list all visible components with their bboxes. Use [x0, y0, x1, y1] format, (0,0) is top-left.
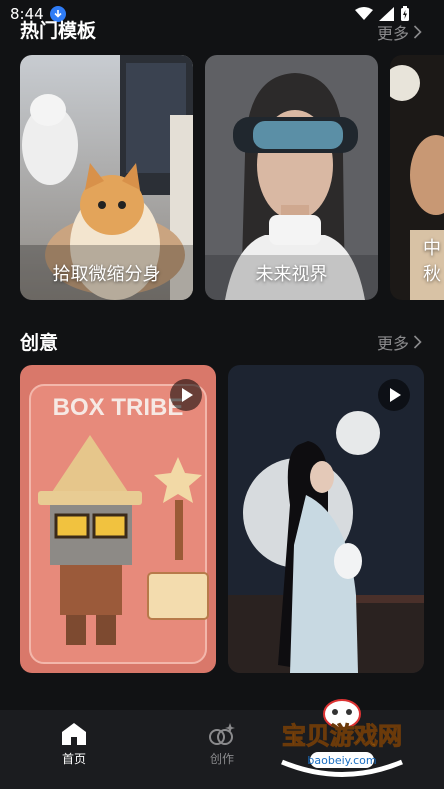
tab-label: 首页 — [61, 752, 86, 766]
template-card[interactable]: 未来视界 — [205, 55, 378, 300]
play-icon — [182, 388, 193, 402]
tab-home[interactable]: 首页 — [39, 722, 109, 767]
tab-create[interactable]: 创作 — [187, 722, 257, 767]
more-link-creative[interactable]: 更多 — [377, 330, 422, 354]
section-title-creative: 创意 — [20, 332, 59, 354]
creative-video-card[interactable]: BOX TRIBE — [20, 365, 216, 673]
play-button[interactable] — [378, 379, 410, 411]
watermark-logo: 宝贝游戏网 baobeiy.com — [262, 692, 422, 782]
template-card-label: 拾取微缩分身 — [52, 264, 161, 285]
tab-label: 创作 — [209, 752, 234, 766]
svg-text:宝贝游戏网: 宝贝游戏网 — [282, 722, 402, 750]
more-label: 更多 — [376, 334, 409, 353]
wifi-icon — [355, 7, 373, 20]
template-card[interactable]: 拾取微缩分身 — [20, 55, 193, 300]
play-button[interactable] — [170, 379, 202, 411]
chevron-right-icon — [413, 335, 422, 349]
box-tribe-print: BOX TRIBE — [53, 394, 184, 421]
home-icon — [62, 723, 86, 745]
creative-thumbnail-box-tribe: BOX TRIBE — [20, 365, 216, 673]
template-card-label: 未来视界 — [255, 264, 328, 285]
creative-video-card[interactable] — [228, 365, 424, 673]
signal-icon — [379, 7, 394, 21]
svg-text:baobeiy.com: baobeiy.com — [307, 754, 376, 767]
template-card-label: 中秋 — [423, 238, 441, 285]
template-card[interactable]: 中秋 — [390, 55, 444, 300]
section-title-hot: 热门模板 — [20, 20, 97, 42]
play-icon — [390, 388, 401, 402]
chevron-right-icon — [413, 25, 422, 39]
more-label: 更多 — [376, 24, 409, 43]
more-link-hot[interactable]: 更多 — [377, 20, 422, 44]
create-icon — [209, 723, 235, 745]
creative-thumbnail-moon — [228, 365, 424, 673]
